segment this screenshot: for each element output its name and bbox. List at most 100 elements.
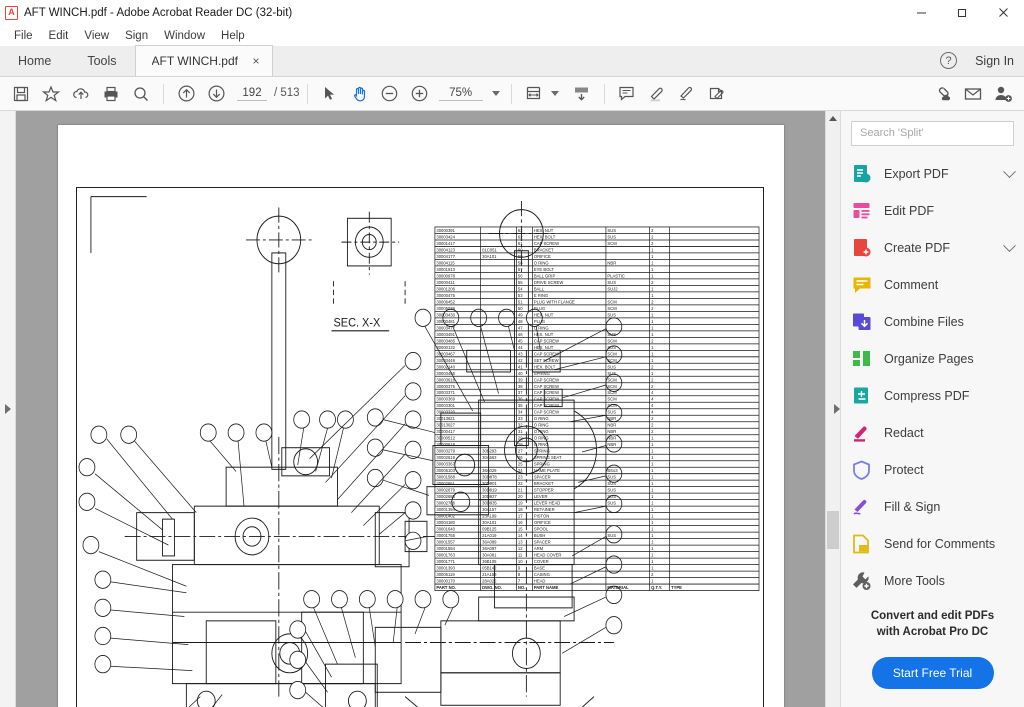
search-icon[interactable] <box>126 79 156 109</box>
zoom-control[interactable]: 75% <box>438 87 500 101</box>
parts-table-cell: 1 <box>651 312 654 317</box>
chevron-down-icon[interactable] <box>491 91 500 96</box>
parts-table-cell: 1 <box>651 293 654 298</box>
tool-item-send-for-comments[interactable]: Send for Comments <box>841 526 1024 563</box>
search-tools-input[interactable]: Search 'Split' <box>851 121 1014 146</box>
menu-sign[interactable]: Sign <box>117 28 156 44</box>
add-person-icon[interactable] <box>988 79 1018 109</box>
parts-table-cell: 18 <box>517 507 522 512</box>
scroll-up-button[interactable] <box>826 111 840 126</box>
protect-shield-icon <box>851 459 873 481</box>
menu-window[interactable]: Window <box>156 28 213 44</box>
tab-home[interactable]: Home <box>0 45 69 76</box>
promo-line-2: with Acrobat Pro DC <box>876 626 989 639</box>
parts-table-cell: 30A081 <box>482 552 497 557</box>
comment-icon[interactable] <box>612 79 642 109</box>
share-link-icon[interactable] <box>928 79 958 109</box>
parts-table-cell: BSo3 <box>607 468 618 473</box>
print-icon[interactable] <box>96 79 126 109</box>
help-icon[interactable]: ? <box>940 52 958 69</box>
parts-table-cell: 1 <box>651 260 654 265</box>
tool-item-combine-files[interactable]: Combine Files <box>841 304 1024 341</box>
next-page-icon[interactable] <box>201 79 231 109</box>
parts-table-cell: 1 <box>651 462 654 467</box>
parts-table-cell: 1 <box>651 507 654 512</box>
parts-table-cell: SPOOL <box>533 526 548 531</box>
parts-table-cell: PISTON <box>533 513 548 518</box>
tool-item-protect[interactable]: Protect <box>841 452 1024 489</box>
close-icon[interactable] <box>983 0 1024 26</box>
collapse-right-panel-icon[interactable] <box>834 404 840 414</box>
chevron-down-icon[interactable] <box>1003 164 1016 178</box>
menu-file[interactable]: File <box>6 28 41 44</box>
close-icon[interactable]: × <box>250 55 262 67</box>
parts-table-cell: HEAD COVER <box>533 552 561 557</box>
parts-table-cell: 1 <box>651 513 654 518</box>
parts-table-cell: 30000481 <box>436 319 455 324</box>
minimize-icon[interactable] <box>901 0 942 26</box>
scroll-mode-icon[interactable] <box>567 79 597 109</box>
page-number-input[interactable]: 192 <box>237 87 267 101</box>
fill-sign-icon <box>851 496 873 518</box>
zoom-out-icon[interactable] <box>375 79 405 109</box>
save-icon[interactable] <box>6 79 36 109</box>
parts-table-cell: CAP SCREW <box>533 390 559 395</box>
parts-table-cell: SCM <box>607 390 617 395</box>
tool-item-fill-sign[interactable]: Fill & Sign <box>841 489 1024 526</box>
parts-table-cell: 21 <box>517 487 522 492</box>
scrollbar-thumb[interactable] <box>827 511 839 549</box>
zoom-level-value[interactable]: 75% <box>438 87 483 101</box>
menu-help[interactable]: Help <box>213 28 253 44</box>
parts-table-cell: ARM <box>533 546 543 551</box>
tool-item-compress-pdf[interactable]: Compress PDF <box>841 378 1024 415</box>
cursor-select-icon[interactable] <box>315 79 345 109</box>
tool-item-comment[interactable]: Comment <box>841 267 1024 304</box>
chevron-down-icon[interactable] <box>1003 238 1016 252</box>
left-panel-rail[interactable] <box>0 111 16 707</box>
email-icon[interactable] <box>958 79 988 109</box>
start-free-trial-button[interactable]: Start Free Trial <box>871 657 994 689</box>
tool-item-export-pdf[interactable]: Export PDF <box>841 156 1024 193</box>
parts-table-cell: NBR <box>607 436 616 441</box>
restore-icon[interactable] <box>942 0 983 26</box>
tool-item-more-tools[interactable]: More Tools <box>841 563 1024 600</box>
tab-document[interactable]: AFT WINCH.pdf × <box>134 45 273 76</box>
menu-edit[interactable]: Edit <box>41 28 77 44</box>
parts-table-cell: 2 <box>651 364 654 369</box>
hand-tool-icon[interactable] <box>345 79 375 109</box>
parts-table-cell: 1 <box>651 254 654 259</box>
document-view[interactable]: SEC. X-X 30000391 62 HEX. NUT SUS 2 3000… <box>16 111 825 707</box>
sign-in-button[interactable]: Sign In <box>975 54 1014 68</box>
main-area: SEC. X-X 30000391 62 HEX. NUT SUS 2 3000… <box>0 111 1024 707</box>
tool-item-redact[interactable]: Redact <box>841 415 1024 452</box>
tool-item-edit-pdf[interactable]: Edit PDF <box>841 193 1024 230</box>
tool-item-organize-pages[interactable]: Organize Pages <box>841 341 1024 378</box>
parts-table-cell: BRACKET <box>533 247 553 252</box>
chevron-down-icon[interactable] <box>550 91 559 96</box>
zoom-in-icon[interactable] <box>405 79 435 109</box>
parts-table-cell: 36 <box>517 397 522 402</box>
parts-table-cell: 1 <box>651 520 654 525</box>
tool-item-create-pdf[interactable]: Create PDF <box>841 230 1024 267</box>
tab-tools[interactable]: Tools <box>69 45 134 76</box>
highlight-icon[interactable] <box>642 79 672 109</box>
parts-table-cell: 30002619 <box>436 455 455 460</box>
parts-table-cell: 32 <box>517 423 522 428</box>
tool-item-label: Compress PDF <box>884 389 970 404</box>
parts-table-cell: SCM <box>607 403 617 408</box>
parts-table-header: DWG. NO. <box>482 585 502 590</box>
parts-table-cell: 1 <box>651 436 654 441</box>
tool-item-label: Send for Comments <box>884 537 996 552</box>
star-icon[interactable] <box>36 79 66 109</box>
upload-cloud-icon[interactable] <box>66 79 96 109</box>
sign-icon[interactable] <box>672 79 702 109</box>
tool-item-label: Fill & Sign <box>884 500 941 515</box>
menu-view[interactable]: View <box>76 28 117 44</box>
parts-table-cell: 1 <box>651 487 654 492</box>
previous-page-icon[interactable] <box>171 79 201 109</box>
expand-left-panel-icon[interactable] <box>4 404 11 414</box>
parts-table-cell: 42 <box>517 358 522 363</box>
stamp-icon[interactable] <box>702 79 732 109</box>
fit-page-icon[interactable] <box>519 79 549 109</box>
vertical-scrollbar[interactable] <box>825 111 840 707</box>
